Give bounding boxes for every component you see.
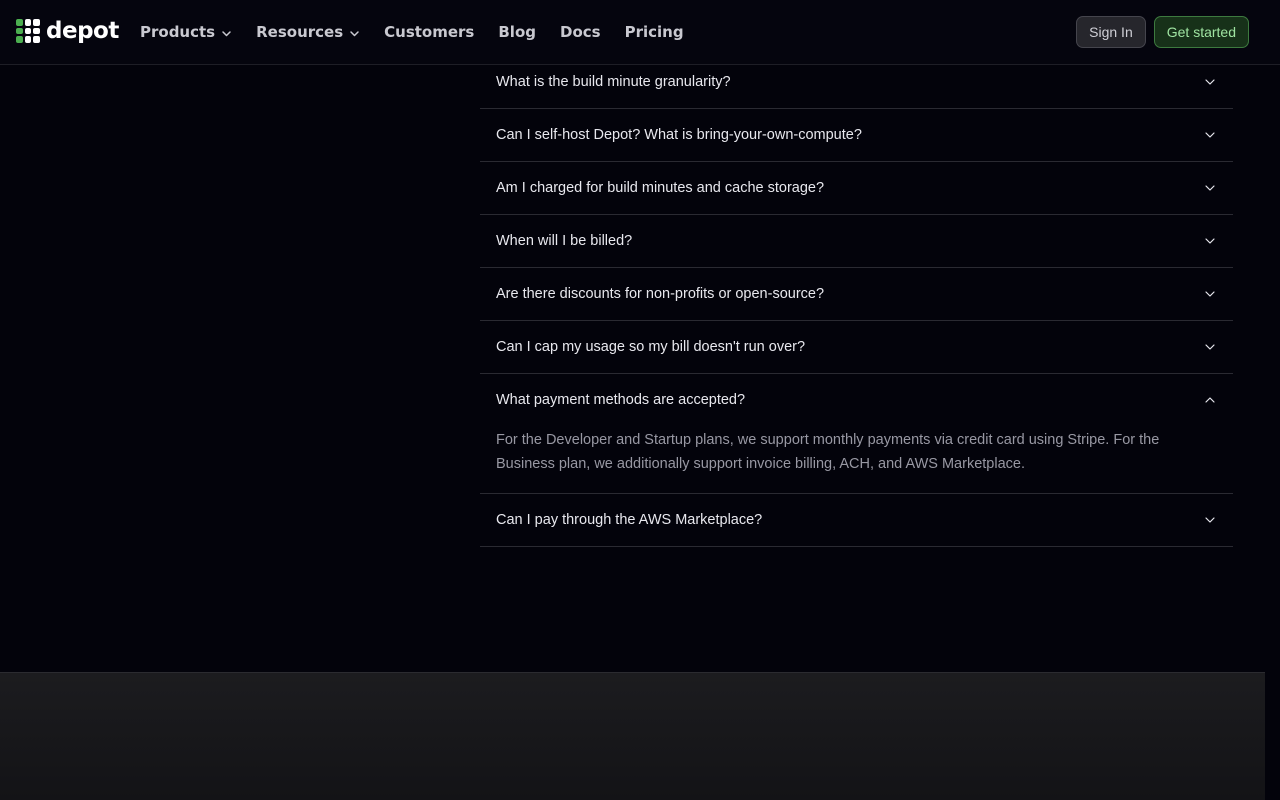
faq-question-toggle[interactable]: What payment methods are accepted? <box>480 374 1233 426</box>
faq-item: Am I charged for build minutes and cache… <box>480 162 1233 215</box>
get-started-button[interactable]: Get started <box>1153 16 1249 48</box>
faq-question: Can I pay through the AWS Marketplace? <box>496 512 763 528</box>
faq-question: Can I cap my usage so my bill doesn't ru… <box>496 339 806 355</box>
faq-item: When will I be billed? <box>480 215 1233 268</box>
faq-list: What is the build minute granularity? Ca… <box>480 56 1233 547</box>
faq-item-expanded: What payment methods are accepted? For t… <box>480 374 1233 494</box>
faq-item: Can I cap my usage so my bill doesn't ru… <box>480 321 1233 374</box>
nav-item-customers[interactable]: Customers <box>384 23 474 41</box>
site-header: depot Products Resources Customers Blog <box>0 0 1280 65</box>
chevron-down-icon <box>1205 517 1215 523</box>
faq-question: What payment methods are accepted? <box>496 392 746 408</box>
faq-question-toggle[interactable]: Can I pay through the AWS Marketplace? <box>480 494 1233 546</box>
faq-question: What is the build minute granularity? <box>496 74 731 90</box>
faq-item: Can I self-host Depot? What is bring-you… <box>480 109 1233 162</box>
logo-wordmark: depot <box>46 18 119 44</box>
faq-question: Can I self-host Depot? What is bring-you… <box>496 127 862 143</box>
nav-item-blog[interactable]: Blog <box>498 23 536 41</box>
nav-item-docs[interactable]: Docs <box>560 23 601 41</box>
page-scrollbar-track[interactable] <box>1265 65 1280 800</box>
footer-band <box>0 672 1265 800</box>
nav-item-label: Docs <box>560 23 601 41</box>
nav-item-resources[interactable]: Resources <box>256 23 360 41</box>
nav-item-products[interactable]: Products <box>140 23 232 41</box>
chevron-down-icon <box>221 28 232 39</box>
faq-question-toggle[interactable]: Are there discounts for non-profits or o… <box>480 268 1233 320</box>
chevron-down-icon <box>1205 291 1215 297</box>
faq-question-toggle[interactable]: Can I self-host Depot? What is bring-you… <box>480 109 1233 161</box>
page: depot Products Resources Customers Blog <box>0 0 1280 800</box>
nav-item-label: Customers <box>384 23 475 41</box>
chevron-down-icon <box>1205 79 1215 85</box>
chevron-down-icon <box>1205 132 1215 138</box>
sign-in-button[interactable]: Sign In <box>1076 16 1146 48</box>
header-actions: Sign In Get started <box>1076 16 1249 48</box>
depot-logo[interactable]: depot <box>16 19 119 43</box>
nav-item-pricing[interactable]: Pricing <box>625 23 684 41</box>
nav-item-label: Pricing <box>624 23 684 41</box>
chevron-down-icon <box>1205 344 1215 350</box>
logo-mark-icon <box>16 19 40 43</box>
faq-question: Are there discounts for non-profits or o… <box>496 286 825 302</box>
faq-question: Am I charged for build minutes and cache… <box>496 180 825 196</box>
faq-item: Are there discounts for non-profits or o… <box>480 268 1233 321</box>
faq-item: Can I pay through the AWS Marketplace? <box>480 494 1233 547</box>
chevron-down-icon <box>349 28 360 39</box>
nav-item-label: Resources <box>256 23 344 41</box>
chevron-down-icon <box>1205 238 1215 244</box>
nav-item-label: Blog <box>498 23 536 41</box>
chevron-down-icon <box>1205 185 1215 191</box>
faq-answer: For the Developer and Startup plans, we … <box>496 432 1160 472</box>
faq-question: When will I be billed? <box>496 233 633 249</box>
faq-question-toggle[interactable]: Can I cap my usage so my bill doesn't ru… <box>480 321 1233 373</box>
chevron-up-icon <box>1205 397 1215 403</box>
faq-question-toggle[interactable]: Am I charged for build minutes and cache… <box>480 162 1233 214</box>
nav-item-label: Products <box>140 23 216 41</box>
faq-question-toggle[interactable]: When will I be billed? <box>480 215 1233 267</box>
main-nav: Products Resources Customers Blog Docs P… <box>140 0 708 64</box>
